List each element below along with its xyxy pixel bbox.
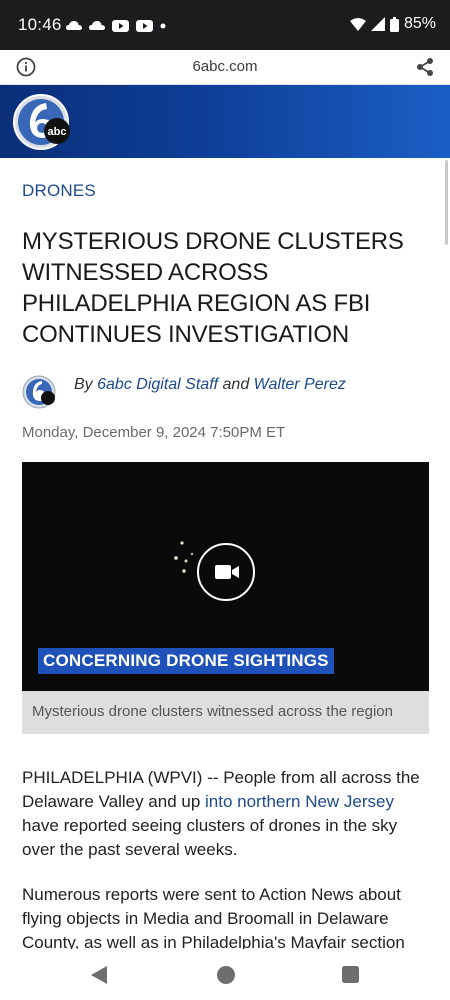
byline-prefix: By xyxy=(74,376,98,393)
status-bar: 10:46 85% xyxy=(0,0,450,50)
video-caption: Mysterious drone clusters witnessed acro… xyxy=(22,691,429,734)
browser-url-bar[interactable]: 6abc.com xyxy=(0,50,450,85)
article-paragraph: Numerous reports were sent to Action New… xyxy=(22,885,405,949)
back-icon[interactable] xyxy=(90,965,108,985)
video-overlay-headline: CONCERNING DRONE SIGHTINGS xyxy=(38,648,334,674)
new-jersey-link[interactable]: into northern New Jersey xyxy=(205,792,394,811)
battery-icon xyxy=(389,16,399,32)
drone-lights xyxy=(174,541,194,573)
author-link-2[interactable]: Walter Perez xyxy=(254,376,346,393)
status-right: 85% xyxy=(349,15,436,33)
byline-and: and xyxy=(218,376,254,393)
dot-icon xyxy=(160,23,166,29)
video-play-button[interactable] xyxy=(197,543,255,601)
scrollbar[interactable] xyxy=(445,160,448,245)
category-label[interactable]: DRONES xyxy=(22,181,96,201)
author-avatar-logo xyxy=(22,375,56,409)
youtube-icon xyxy=(112,20,129,32)
article-paragraph: PHILADELPHIA (WPVI) -- People from all a… xyxy=(22,766,432,862)
url-text[interactable]: 6abc.com xyxy=(0,58,450,75)
battery-percentage: 85% xyxy=(403,15,436,32)
cloud-icon xyxy=(66,21,82,30)
video-camera-icon xyxy=(215,565,239,579)
article-headline: MYSTERIOUS DRONE CLUSTERS WITNESSED ACRO… xyxy=(22,228,404,348)
byline: By 6abc Digital Staff and Walter Perez xyxy=(74,376,346,394)
publish-date: Monday, December 9, 2024 7:50PM ET xyxy=(22,424,286,441)
6abc-logo[interactable]: abc xyxy=(12,93,74,151)
recents-icon[interactable] xyxy=(342,966,359,983)
author-link-1[interactable]: 6abc Digital Staff xyxy=(97,376,218,393)
wifi-icon xyxy=(349,17,366,31)
system-navigation-bar xyxy=(0,950,450,1000)
home-icon[interactable] xyxy=(216,965,236,985)
status-time: 10:46 xyxy=(18,15,62,34)
signal-icon xyxy=(370,17,385,31)
notification-icons xyxy=(66,18,166,34)
youtube-icon xyxy=(136,20,153,32)
paragraph-text: have reported seeing clusters of drones … xyxy=(22,816,398,859)
cloud-icon xyxy=(89,21,105,30)
logo-text: abc xyxy=(48,126,67,138)
site-header: abc xyxy=(0,85,450,158)
share-icon[interactable] xyxy=(416,57,434,77)
